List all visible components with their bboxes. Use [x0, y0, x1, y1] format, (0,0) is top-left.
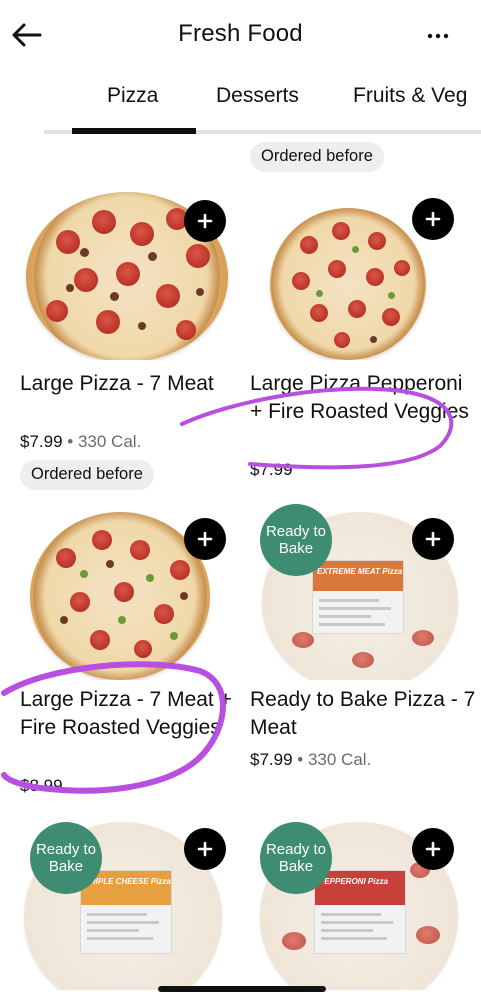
plus-icon [197, 531, 213, 547]
header: Fresh Food [0, 0, 481, 72]
add-button[interactable] [184, 828, 226, 870]
more-horizontal-icon[interactable] [424, 24, 452, 48]
plus-icon [197, 213, 213, 229]
package-title: TRIPLE CHEESE Pizza [85, 877, 171, 886]
product-card[interactable]: PEPPERONI Pizza Ready to Bake [250, 820, 470, 1000]
product-card[interactable]: Large Pizza Pepperoni + Fire Roasted Veg… [250, 190, 470, 500]
product-calories: 330 Cal. [77, 432, 142, 451]
ready-to-bake-tag: Ready to Bake [260, 822, 332, 894]
product-card[interactable]: Large Pizza - 7 Meat + Fire Roasted Vegg… [20, 510, 240, 810]
product-price: $7.99 [250, 750, 293, 769]
product-card[interactable]: TRIPLE CHEESE Pizza Ready to Bake [20, 820, 240, 1000]
product-price-row: $7.99 [250, 460, 293, 480]
active-tab-indicator [72, 128, 196, 134]
category-tabs: Pizza Desserts Fruits & Veg [0, 72, 481, 136]
plus-icon [425, 841, 441, 857]
product-price-row: $8.99 [20, 776, 63, 796]
product-name: Large Pizza Pepperoni + Fire Roasted Veg… [250, 372, 469, 423]
ready-to-bake-tag: Ready to Bake [260, 504, 332, 576]
tab-pizza[interactable]: Pizza [107, 84, 158, 108]
ordered-before-badge: Ordered before [250, 142, 384, 172]
product-price-row: $7.99 • 330 Cal. [20, 432, 141, 452]
product-price-row: $7.99 • 330 Cal. [250, 750, 371, 770]
separator-dot: • [297, 750, 304, 769]
separator-dot: • [67, 432, 74, 451]
home-indicator [158, 986, 326, 992]
product-price: $7.99 [20, 432, 63, 451]
product-name: Large Pizza - 7 Meat + Fire Roasted Vegg… [20, 688, 232, 739]
product-name: Large Pizza - 7 Meat [20, 372, 214, 395]
product-price: $7.99 [250, 460, 293, 479]
product-card[interactable]: EXTREME MEAT Pizza Ready to Bake Ready t… [250, 504, 475, 810]
plus-icon [425, 211, 441, 227]
tab-fruits-veg[interactable]: Fruits & Veg [353, 84, 467, 108]
ready-to-bake-tag: Ready to Bake [30, 822, 102, 894]
add-button[interactable] [412, 198, 454, 240]
tab-desserts[interactable]: Desserts [216, 84, 299, 108]
product-price: $8.99 [20, 776, 63, 795]
package-title: EXTREME MEAT Pizza [317, 567, 403, 576]
add-button[interactable] [412, 828, 454, 870]
plus-icon [197, 841, 213, 857]
add-button[interactable] [184, 518, 226, 560]
product-card[interactable]: Large Pizza - 7 Meat $7.99 • 330 Cal. Or… [20, 190, 240, 500]
page-title: Fresh Food [178, 20, 303, 47]
plus-icon [425, 531, 441, 547]
add-button[interactable] [184, 200, 226, 242]
ordered-before-badge: Ordered before [20, 460, 154, 490]
package-title: PEPPERONI Pizza [319, 877, 388, 886]
product-calories: 330 Cal. [307, 750, 372, 769]
product-name: Ready to Bake Pizza - 7 Meat [250, 688, 476, 739]
add-button[interactable] [412, 518, 454, 560]
